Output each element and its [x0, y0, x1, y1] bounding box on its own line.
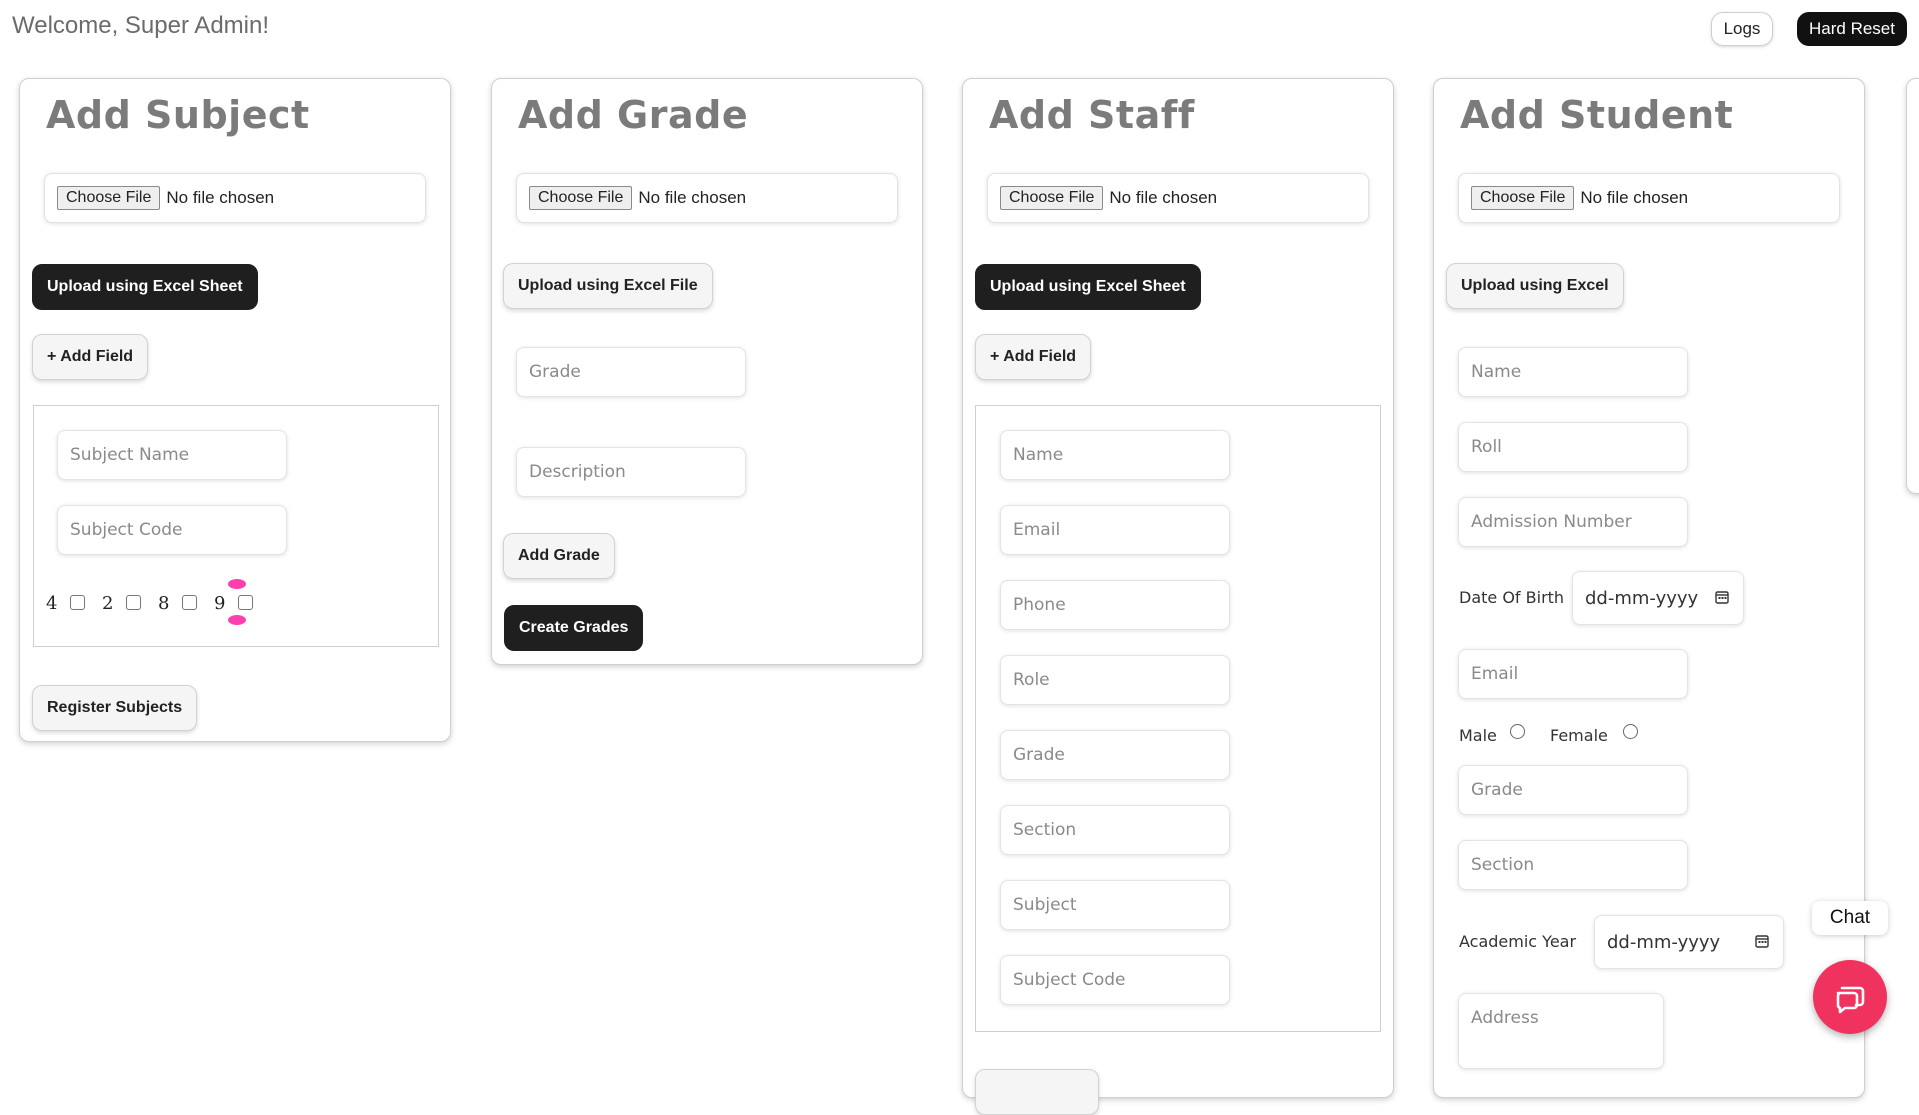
- file-input[interactable]: Choose File No file chosen: [44, 173, 426, 223]
- academic-year-date-input[interactable]: dd-mm-yyyy: [1594, 915, 1784, 969]
- add-field-button[interactable]: + Add Field: [975, 334, 1092, 380]
- welcome-text: Welcome, Super Admin!: [12, 12, 270, 39]
- choose-file-button[interactable]: Choose File: [57, 186, 161, 210]
- file-input[interactable]: Choose File No file chosen: [516, 173, 898, 223]
- staff-section-input[interactable]: Section: [1000, 805, 1230, 855]
- subject-code-input[interactable]: Subject Code: [57, 505, 287, 555]
- admission-number-input[interactable]: Admission Number: [1458, 497, 1688, 547]
- student-name-input[interactable]: Name: [1458, 347, 1688, 397]
- create-grades-button[interactable]: Create Grades: [504, 605, 644, 651]
- grade-input[interactable]: Grade: [516, 347, 746, 397]
- description-input[interactable]: Description: [516, 447, 746, 497]
- chat-label[interactable]: Chat: [1812, 901, 1888, 935]
- male-label: Male: [1459, 726, 1497, 745]
- staff-subject-input[interactable]: Subject: [1000, 880, 1230, 930]
- add-grade-button[interactable]: Add Grade: [503, 533, 615, 579]
- card-title: Add Student: [1460, 93, 1734, 137]
- card-title: Add Staff: [989, 93, 1195, 137]
- cursor-marker-icon: [228, 579, 246, 625]
- student-grade-input[interactable]: Grade: [1458, 765, 1688, 815]
- address-textarea[interactable]: Address: [1458, 993, 1664, 1069]
- grade-option-checkbox[interactable]: [70, 595, 85, 610]
- add-field-button[interactable]: + Add Field: [32, 334, 149, 380]
- date-placeholder: dd-mm-yyyy: [1585, 587, 1699, 609]
- add-subject-card: Add Subject Choose File No file chosen U…: [19, 78, 451, 742]
- file-input[interactable]: Choose File No file chosen: [1458, 173, 1840, 223]
- file-status: No file chosen: [1580, 188, 1689, 207]
- file-input[interactable]: Choose File No file chosen: [987, 173, 1369, 223]
- dob-date-input[interactable]: dd-mm-yyyy: [1572, 571, 1744, 625]
- staff-grade-input[interactable]: Grade: [1000, 730, 1230, 780]
- student-roll-input[interactable]: Roll: [1458, 422, 1688, 472]
- staff-subject-code-input[interactable]: Subject Code: [1000, 955, 1230, 1005]
- upload-excel-button[interactable]: Upload using Excel Sheet: [32, 264, 258, 310]
- calendar-icon[interactable]: [1715, 590, 1729, 604]
- student-email-input[interactable]: Email: [1458, 649, 1688, 699]
- upload-excel-button[interactable]: Upload using Excel: [1446, 263, 1624, 309]
- logs-button[interactable]: Logs: [1711, 12, 1773, 46]
- grade-option-label: 8: [158, 593, 170, 614]
- add-grade-card: Add Grade Choose File No file chosen Upl…: [491, 78, 923, 665]
- choose-file-button[interactable]: Choose File: [1000, 186, 1104, 210]
- female-radio[interactable]: [1623, 724, 1638, 739]
- next-card-edge: [1906, 78, 1919, 494]
- grade-option-label: 9: [214, 593, 226, 614]
- upload-excel-button[interactable]: Upload using Excel File: [503, 263, 713, 309]
- choose-file-button[interactable]: Choose File: [529, 186, 633, 210]
- female-label: Female: [1550, 726, 1608, 745]
- male-radio[interactable]: [1510, 724, 1525, 739]
- student-section-input[interactable]: Section: [1458, 840, 1688, 890]
- choose-file-button[interactable]: Choose File: [1471, 186, 1575, 210]
- staff-name-input[interactable]: Name: [1000, 430, 1230, 480]
- hard-reset-button[interactable]: Hard Reset: [1797, 12, 1907, 46]
- address-placeholder: Address: [1471, 1008, 1539, 1028]
- submit-staff-button[interactable]: [975, 1069, 1099, 1115]
- grade-option-label: 2: [102, 593, 114, 614]
- file-status: No file chosen: [1109, 188, 1218, 207]
- calendar-icon[interactable]: [1755, 934, 1769, 948]
- card-title: Add Grade: [518, 93, 749, 137]
- grade-option-checkbox[interactable]: [182, 595, 197, 610]
- card-title: Add Subject: [46, 93, 310, 137]
- subject-fields-panel: Subject Name Subject Code 4 2 8 9: [33, 405, 439, 647]
- dob-label: Date Of Birth: [1459, 588, 1565, 607]
- academic-year-label: Academic Year: [1459, 932, 1577, 951]
- subject-name-input[interactable]: Subject Name: [57, 430, 287, 480]
- staff-phone-input[interactable]: Phone: [1000, 580, 1230, 630]
- date-placeholder: dd-mm-yyyy: [1607, 931, 1721, 953]
- chat-bubble-icon: [1836, 986, 1865, 1014]
- chat-button[interactable]: [1813, 960, 1887, 1034]
- staff-role-input[interactable]: Role: [1000, 655, 1230, 705]
- file-status: No file chosen: [166, 188, 275, 207]
- staff-email-input[interactable]: Email: [1000, 505, 1230, 555]
- grade-option-checkbox[interactable]: [126, 595, 141, 610]
- grade-option-label: 4: [46, 593, 58, 614]
- staff-fields-panel: Name Email Phone Role Grade Section Subj…: [975, 405, 1381, 1032]
- register-subjects-button[interactable]: Register Subjects: [32, 685, 198, 731]
- file-status: No file chosen: [638, 188, 747, 207]
- add-staff-card: Add Staff Choose File No file chosen Upl…: [962, 78, 1394, 1115]
- add-student-card: Add Student Choose File No file chosen U…: [1433, 78, 1865, 1098]
- upload-excel-button[interactable]: Upload using Excel Sheet: [975, 264, 1201, 310]
